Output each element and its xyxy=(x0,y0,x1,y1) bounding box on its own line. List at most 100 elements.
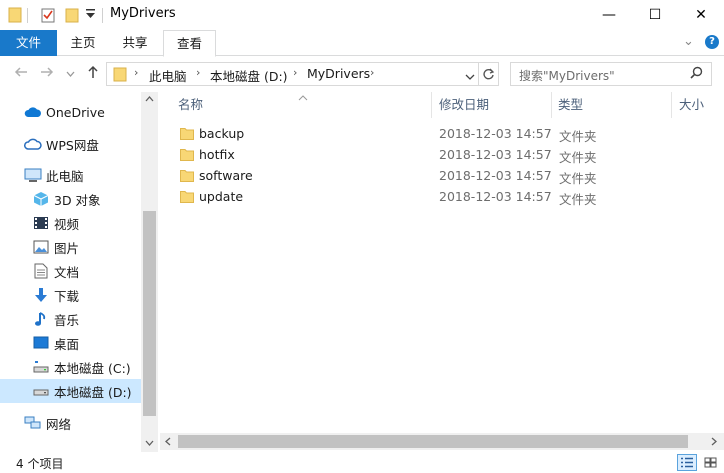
large-icons-view-button[interactable] xyxy=(700,454,720,471)
folder-icon xyxy=(180,149,194,161)
address-bar[interactable]: › 此电脑 › 本地磁盘 (D:) › MyDrivers › xyxy=(106,62,479,86)
folder-icon xyxy=(113,67,127,85)
scroll-down-icon[interactable] xyxy=(145,439,154,449)
breadcrumb-drive-d[interactable]: 本地磁盘 (D:) xyxy=(210,66,288,85)
scroll-left-icon[interactable] xyxy=(165,437,171,449)
search-input[interactable]: 搜索"MyDrivers" xyxy=(519,67,615,84)
help-icon[interactable]: ? xyxy=(705,35,719,49)
chevron-right-icon[interactable]: › xyxy=(293,66,297,79)
table-row[interactable]: software 2018-12-03 14:57 文件夹 xyxy=(180,166,700,187)
nav-item-label: 下载 xyxy=(54,288,80,304)
nav-item-drive-c[interactable]: 本地磁盘 (C:) xyxy=(0,355,141,379)
close-button[interactable]: ✕ xyxy=(678,0,724,30)
column-divider[interactable] xyxy=(431,92,432,118)
nav-item-videos[interactable]: 视频 xyxy=(0,211,141,235)
file-type: 文件夹 xyxy=(559,150,597,165)
breadcrumb-mydrivers[interactable]: MyDrivers xyxy=(307,66,370,81)
tab-view[interactable]: 查看 xyxy=(163,30,216,57)
up-icon[interactable] xyxy=(86,65,100,83)
sort-ascending-icon xyxy=(298,90,308,104)
nav-item-label: 此电脑 xyxy=(46,168,84,184)
nav-item-desktop[interactable]: 桌面 xyxy=(0,331,141,355)
scrollbar-thumb[interactable] xyxy=(178,435,688,448)
folder-icon[interactable] xyxy=(8,7,22,23)
file-type: 文件夹 xyxy=(559,171,597,186)
back-icon[interactable] xyxy=(14,65,28,83)
divider xyxy=(102,8,103,23)
nav-item-documents[interactable]: 文档 xyxy=(0,259,141,283)
nav-item-pictures[interactable]: 图片 xyxy=(0,235,141,259)
nav-item-network[interactable]: 网络 xyxy=(0,411,141,435)
chevron-right-icon[interactable]: › xyxy=(370,66,374,79)
cube-icon xyxy=(32,190,50,208)
folder-icon xyxy=(180,170,194,182)
column-divider[interactable] xyxy=(671,92,672,118)
refresh-icon xyxy=(483,68,495,79)
file-name: software xyxy=(199,168,253,183)
cloud-icon xyxy=(24,103,42,121)
minimize-button[interactable]: — xyxy=(586,0,632,30)
file-list: 名称 修改日期 类型 大小 backup 2018-12-03 14:57 文件… xyxy=(160,92,724,452)
nav-item-onedrive[interactable]: OneDrive xyxy=(0,100,141,124)
column-header-name[interactable]: 名称 xyxy=(178,92,203,118)
column-header-type[interactable]: 类型 xyxy=(558,92,583,118)
title-bar: MyDrivers — ☐ ✕ xyxy=(0,0,724,30)
nav-item-label: 网络 xyxy=(46,416,72,432)
scrollbar-thumb[interactable] xyxy=(143,211,156,416)
file-date: 2018-12-03 14:57 xyxy=(439,147,552,162)
nav-item-downloads[interactable]: 下载 xyxy=(0,283,141,307)
refresh-button[interactable] xyxy=(479,62,499,86)
table-row[interactable]: hotfix 2018-12-03 14:57 文件夹 xyxy=(180,145,700,166)
nav-item-music[interactable]: 音乐 xyxy=(0,307,141,331)
nav-item-this-pc[interactable]: 此电脑 xyxy=(0,163,141,187)
details-view-button[interactable] xyxy=(677,454,697,471)
file-date: 2018-12-03 14:57 xyxy=(439,168,552,183)
desktop-icon xyxy=(32,334,50,352)
file-type: 文件夹 xyxy=(559,129,597,144)
chevron-right-icon[interactable]: › xyxy=(134,66,138,79)
scroll-right-icon[interactable] xyxy=(711,437,717,449)
window-title: MyDrivers xyxy=(110,6,176,21)
chevron-right-icon[interactable]: › xyxy=(196,66,200,79)
nav-item-label: 图片 xyxy=(54,240,80,256)
new-folder-icon[interactable] xyxy=(64,7,80,23)
table-row[interactable]: backup 2018-12-03 14:57 文件夹 xyxy=(180,124,700,145)
tab-file[interactable]: 文件 xyxy=(0,30,57,56)
column-header-date[interactable]: 修改日期 xyxy=(439,92,489,118)
divider xyxy=(27,8,28,23)
folder-icon xyxy=(180,128,194,140)
tab-home[interactable]: 主页 xyxy=(62,30,104,56)
large-icons-view-icon xyxy=(704,457,716,468)
tab-share[interactable]: 共享 xyxy=(114,30,156,56)
video-icon xyxy=(32,214,50,232)
nav-item-label: 文档 xyxy=(54,264,80,280)
customize-quick-access-icon[interactable] xyxy=(86,9,95,19)
recent-locations-icon[interactable] xyxy=(66,67,75,82)
expand-ribbon-icon[interactable]: ⌄ xyxy=(683,34,694,49)
nav-item-drive-d[interactable]: 本地磁盘 (D:) xyxy=(0,379,141,403)
scroll-up-icon[interactable] xyxy=(145,95,154,105)
maximize-button[interactable]: ☐ xyxy=(632,0,678,30)
content-scrollbar[interactable] xyxy=(160,433,724,450)
wps-cloud-icon xyxy=(24,135,42,153)
chevron-down-icon[interactable] xyxy=(465,70,475,84)
nav-item-label: 视频 xyxy=(54,216,80,232)
file-date: 2018-12-03 14:57 xyxy=(439,189,552,204)
forward-icon[interactable] xyxy=(40,65,54,83)
column-header-size[interactable]: 大小 xyxy=(679,92,704,118)
breadcrumb-this-pc[interactable]: 此电脑 xyxy=(149,66,187,85)
nav-item-label: 本地磁盘 (D:) xyxy=(54,384,132,400)
nav-item-wps-cloud[interactable]: WPS网盘 xyxy=(0,132,141,156)
column-divider[interactable] xyxy=(551,92,552,118)
document-icon xyxy=(32,262,50,280)
search-icon[interactable] xyxy=(690,66,703,83)
properties-icon[interactable] xyxy=(40,7,56,23)
nav-item-3d-objects[interactable]: 3D 对象 xyxy=(0,187,141,211)
search-box[interactable]: 搜索"MyDrivers" xyxy=(510,62,712,86)
file-name: update xyxy=(199,189,244,204)
navigation-pane: OneDrive WPS网盘 此电脑 3D 对象 视频 图片 文档 下载 音乐 … xyxy=(0,92,158,452)
nav-pane-scrollbar[interactable] xyxy=(141,92,158,452)
nav-item-label: 音乐 xyxy=(54,312,80,328)
item-count: 4 个项目 xyxy=(16,457,64,471)
table-row[interactable]: update 2018-12-03 14:57 文件夹 xyxy=(180,187,700,208)
